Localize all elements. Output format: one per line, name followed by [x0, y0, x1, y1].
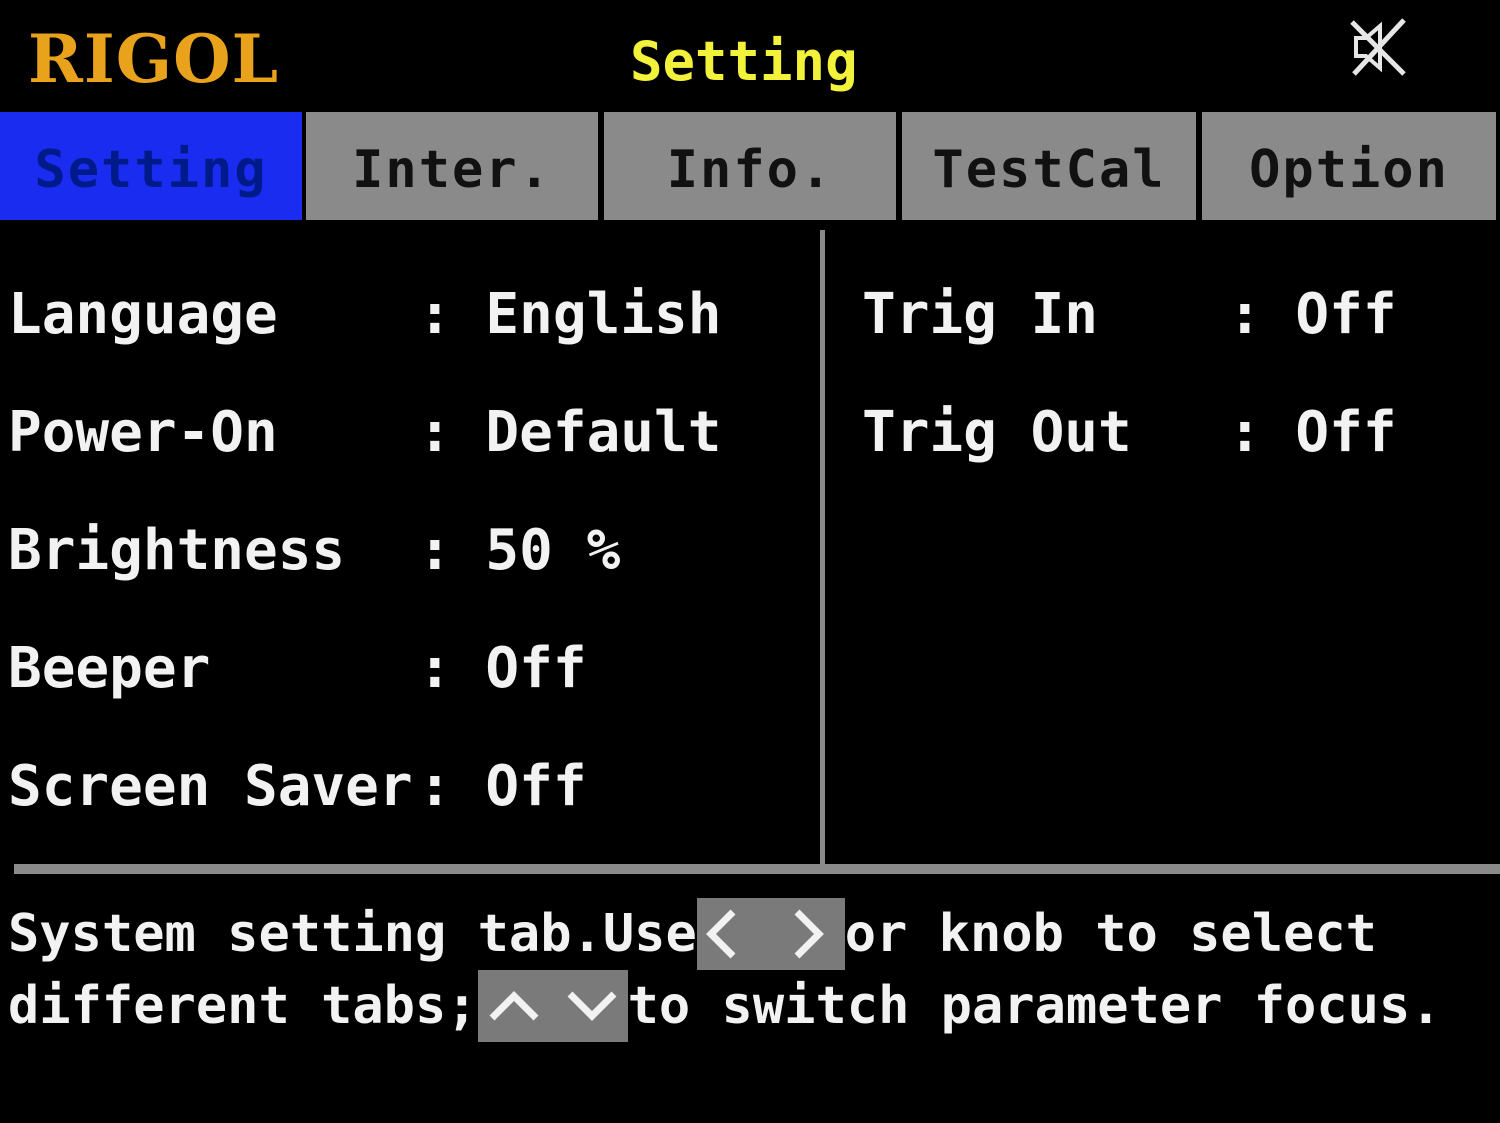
panel-divider	[820, 230, 825, 866]
help-text-segment: to switch parameter focus.	[627, 976, 1442, 1036]
param-value: : Off	[1228, 400, 1397, 465]
param-brightness[interactable]: Brightness : 50 %	[8, 516, 788, 586]
param-screen-saver[interactable]: Screen Saver : Off	[8, 752, 788, 822]
help-divider	[14, 864, 1500, 874]
help-text-segment: or knob to select	[844, 904, 1377, 964]
tab-info[interactable]: Info.	[604, 112, 896, 220]
tab-label: Info.	[666, 140, 834, 200]
left-right-arrow-keys-icon	[696, 898, 845, 970]
param-trig-in[interactable]: Trig In : Off	[862, 280, 1462, 350]
tab-option[interactable]: Option	[1202, 112, 1496, 220]
tab-label: Setting	[34, 140, 268, 200]
param-label: Language	[8, 282, 278, 347]
tab-label: Option	[1249, 140, 1449, 200]
param-language[interactable]: Language : English	[8, 280, 788, 350]
param-trig-out[interactable]: Trig Out : Off	[862, 398, 1462, 468]
param-beeper[interactable]: Beeper : Off	[8, 634, 788, 704]
tab-bar: Setting Inter. Info. TestCal Option	[0, 112, 1500, 222]
tab-label: Inter.	[352, 140, 552, 200]
settings-panel: Language : English Power-On : Default Br…	[0, 224, 1500, 866]
param-label: Trig In	[862, 282, 1099, 347]
help-line-2: different tabs; to switch parameter focu…	[8, 970, 1442, 1042]
tab-testcal[interactable]: TestCal	[902, 112, 1196, 220]
rigol-logo: RIGOL	[28, 20, 279, 98]
tab-setting[interactable]: Setting	[0, 112, 302, 220]
tab-inter[interactable]: Inter.	[306, 112, 598, 220]
help-text-segment: different tabs;	[8, 976, 478, 1036]
tab-label: TestCal	[932, 140, 1166, 200]
param-label: Beeper	[8, 636, 211, 701]
param-value: : Default	[418, 400, 722, 465]
param-label: Power-On	[8, 400, 278, 465]
param-value: : Off	[418, 754, 587, 819]
up-down-arrow-keys-icon	[477, 970, 628, 1042]
param-value: : Off	[1228, 282, 1397, 347]
header-bar: RIGOL Setting	[0, 0, 1500, 112]
param-power-on[interactable]: Power-On : Default	[8, 398, 788, 468]
help-line-1: System setting tab.Use or knob to select	[8, 898, 1377, 970]
param-value: : Off	[418, 636, 587, 701]
mute-icon	[1346, 14, 1410, 80]
param-value: : 50 %	[418, 518, 621, 583]
param-label: Trig Out	[862, 400, 1132, 465]
help-text: System setting tab.Use or knob to select…	[0, 880, 1500, 1123]
param-value: : English	[418, 282, 722, 347]
param-label: Brightness	[8, 518, 346, 583]
param-label: Screen Saver	[8, 754, 413, 819]
page-title: Setting	[630, 30, 858, 93]
help-text-segment: System setting tab.Use	[8, 904, 697, 964]
